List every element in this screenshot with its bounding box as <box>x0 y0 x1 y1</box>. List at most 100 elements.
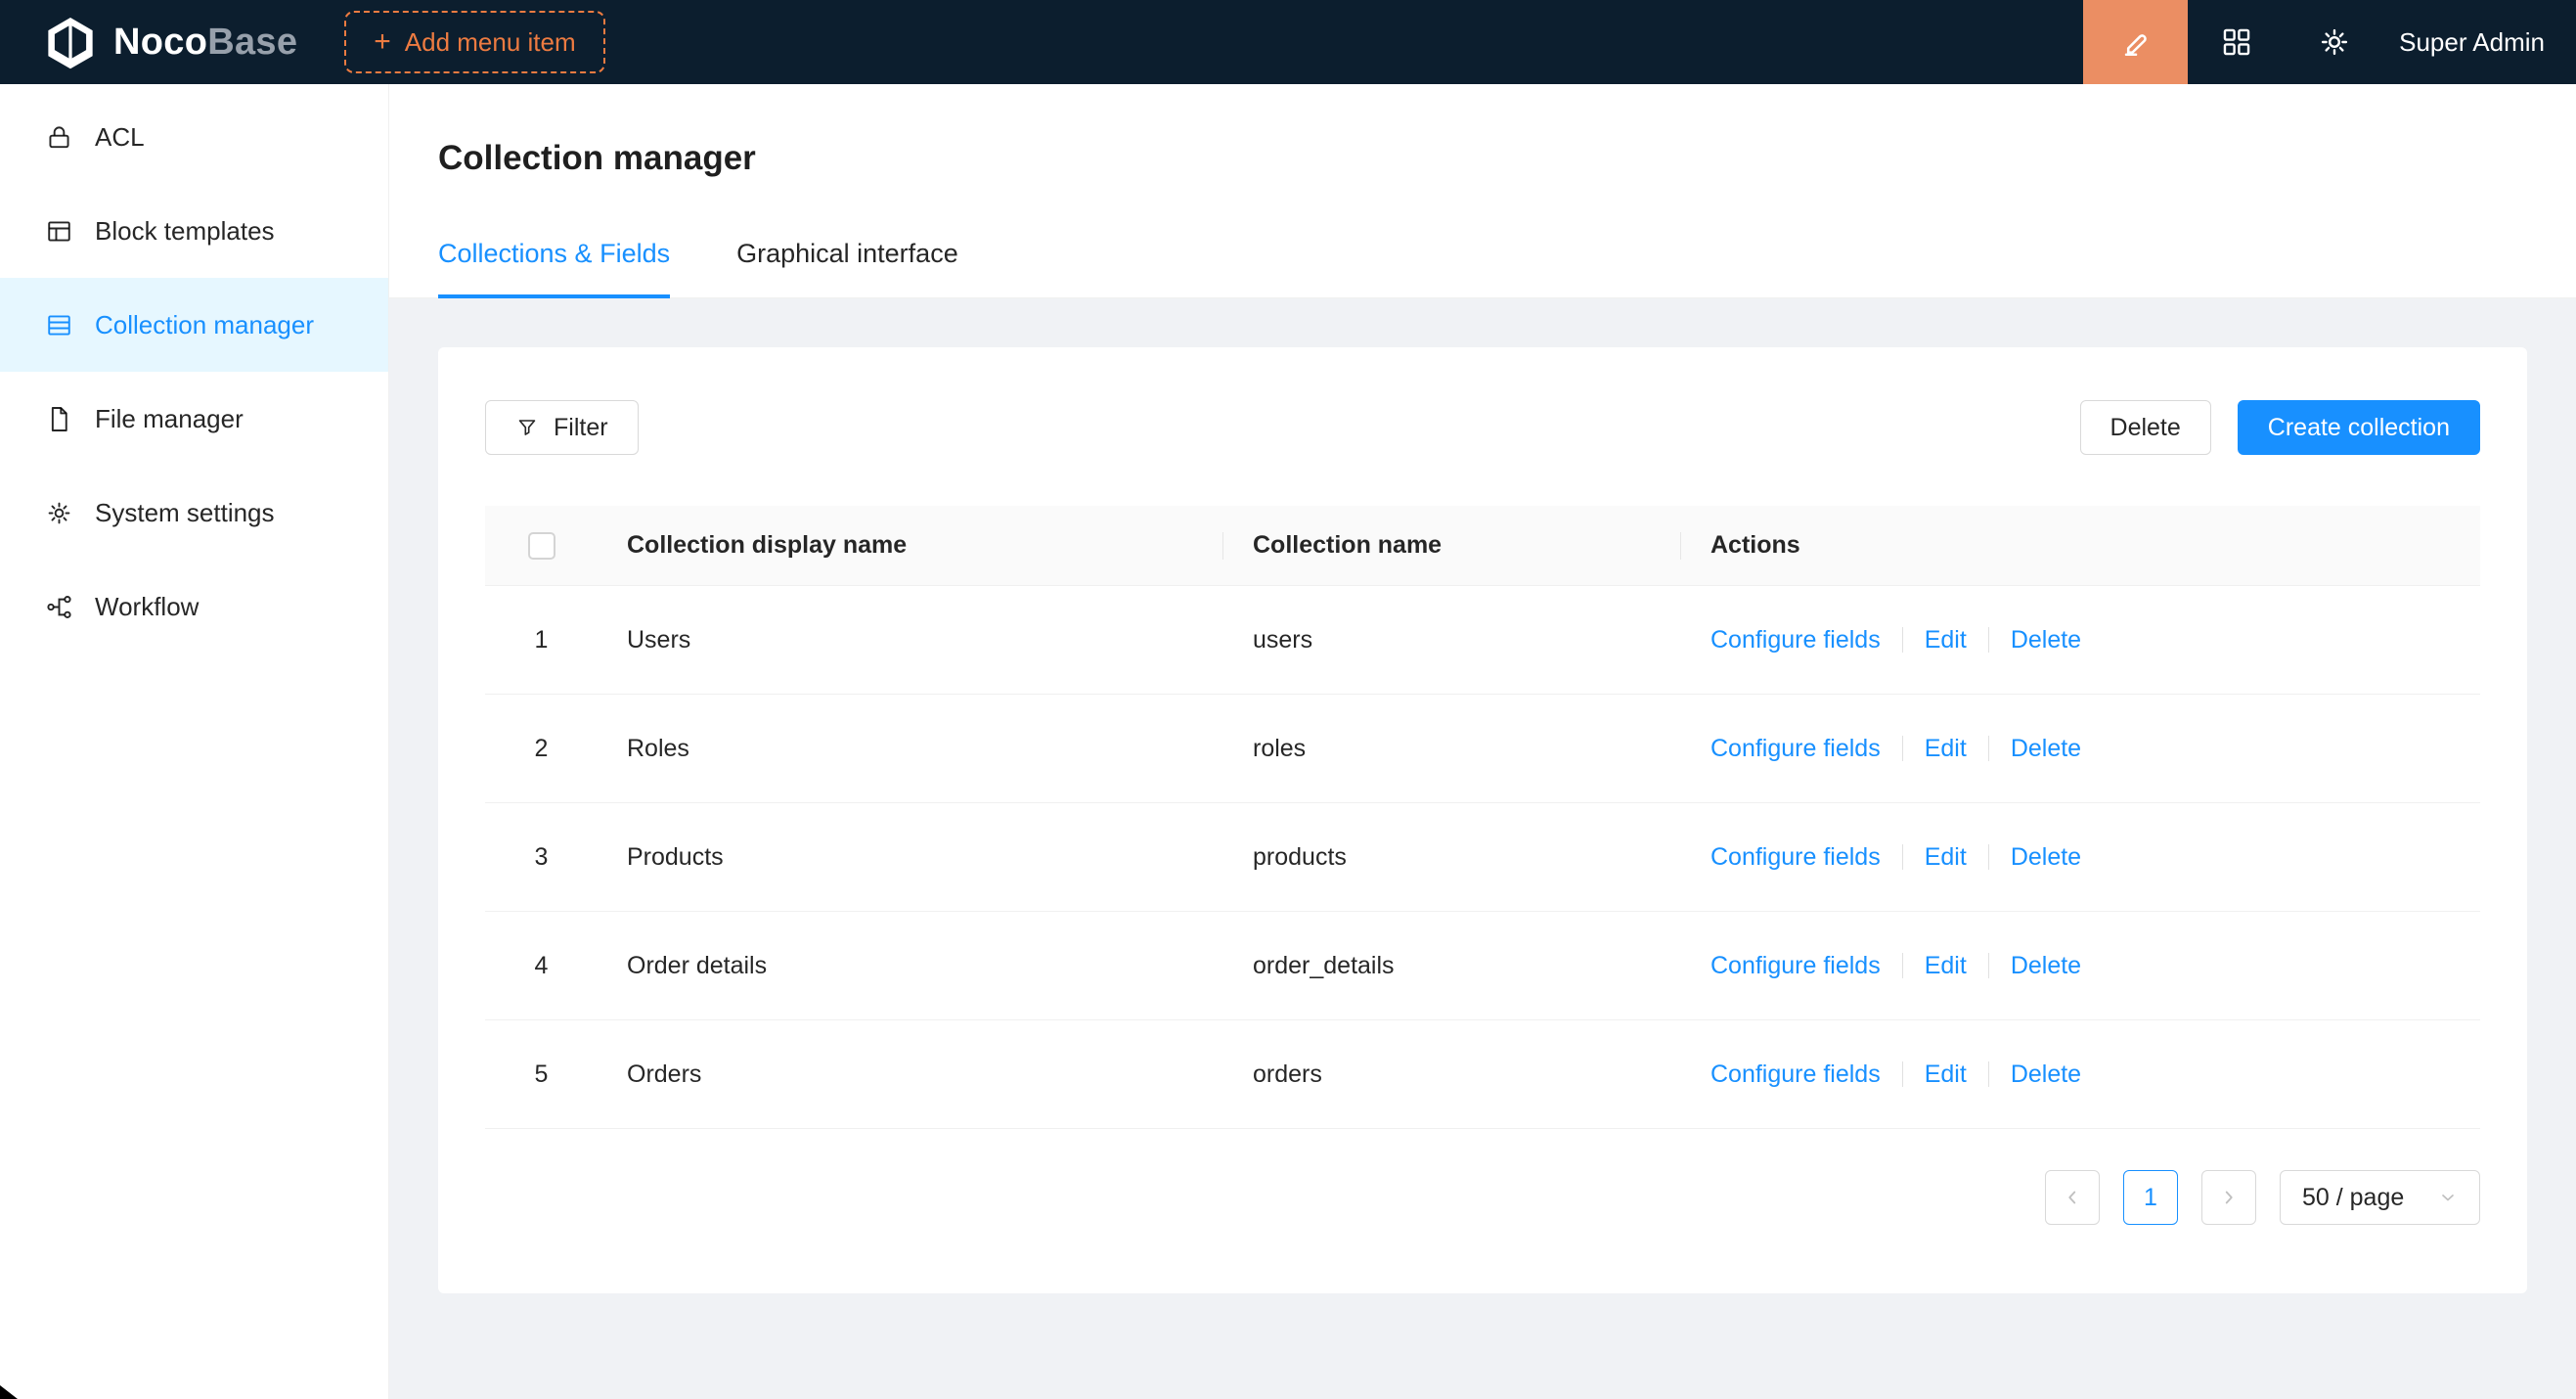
next-page-button[interactable] <box>2201 1170 2256 1225</box>
tab-bar: Collections & Fields Graphical interface <box>389 239 2576 298</box>
page-title: Collection manager <box>438 139 2527 178</box>
sidebar-item-label: System settings <box>95 498 275 528</box>
collections-card: Filter Delete Create collection Collecti… <box>438 347 2527 1293</box>
edit-link[interactable]: Edit <box>1925 735 1967 763</box>
table-row: 4 Order details order_details Configure … <box>485 912 2480 1020</box>
collection-name: users <box>1223 626 1681 654</box>
action-divider <box>1902 736 1903 761</box>
configure-fields-link[interactable]: Configure fields <box>1710 735 1881 763</box>
collection-display-name: Users <box>598 626 1223 654</box>
page-number-button[interactable]: 1 <box>2123 1170 2178 1225</box>
select-all-cell <box>485 506 598 585</box>
edit-link[interactable]: Edit <box>1925 843 1967 872</box>
layout: ACL Block templates Collection manager F… <box>0 84 2576 1399</box>
row-index: 5 <box>485 1061 598 1089</box>
sidebar-item-block-templates[interactable]: Block templates <box>0 184 388 278</box>
action-divider <box>1988 1061 1989 1087</box>
page-size-value: 50 / page <box>2302 1184 2404 1212</box>
collection-name: products <box>1223 843 1681 872</box>
sidebar-item-label: File manager <box>95 404 244 434</box>
prev-page-button[interactable] <box>2045 1170 2100 1225</box>
plugins-button[interactable] <box>2188 0 2286 84</box>
row-actions: Configure fields Edit Delete <box>1681 626 2480 654</box>
ui-editor-button[interactable] <box>2083 0 2188 84</box>
brand-light: Base <box>207 22 297 63</box>
highlighter-icon <box>2119 25 2153 59</box>
table-row: 2 Roles roles Configure fields Edit Dele… <box>485 695 2480 803</box>
create-collection-button[interactable]: Create collection <box>2238 400 2480 455</box>
table-header-row: Collection display name Collection name … <box>485 506 2480 586</box>
apps-grid-icon <box>2220 25 2253 59</box>
delete-link[interactable]: Delete <box>2011 735 2081 763</box>
add-menu-item-label: Add menu item <box>405 27 576 58</box>
row-actions: Configure fields Edit Delete <box>1681 952 2480 980</box>
sidebar-item-collection-manager[interactable]: Collection manager <box>0 278 388 372</box>
delete-link[interactable]: Delete <box>2011 843 2081 872</box>
brand-bold: Noco <box>113 22 207 63</box>
row-index: 2 <box>485 735 598 763</box>
sidebar-item-label: Collection manager <box>95 310 314 340</box>
configure-fields-link[interactable]: Configure fields <box>1710 843 1881 872</box>
header-actions: Super Admin <box>2083 0 2576 84</box>
table-row: 1 Users users Configure fields Edit Dele… <box>485 586 2480 695</box>
filter-button[interactable]: Filter <box>485 400 639 455</box>
settings-sidebar: ACL Block templates Collection manager F… <box>0 84 389 1399</box>
add-menu-item-button[interactable]: Add menu item <box>344 11 604 73</box>
column-header-actions: Actions <box>1681 506 2480 585</box>
tab-collections-fields[interactable]: Collections & Fields <box>438 239 670 298</box>
sidebar-item-label: Workflow <box>95 592 199 622</box>
row-index: 4 <box>485 952 598 980</box>
brand-name: NocoBase <box>113 22 297 64</box>
pagination: 1 50 / page <box>485 1170 2480 1225</box>
edit-link[interactable]: Edit <box>1925 952 1967 980</box>
column-header-display-name: Collection display name <box>598 506 1223 585</box>
edit-link[interactable]: Edit <box>1925 626 1967 654</box>
brand[interactable]: NocoBase <box>43 15 297 69</box>
settings-button[interactable] <box>2286 0 2383 84</box>
sidebar-item-acl[interactable]: ACL <box>0 90 388 184</box>
lock-icon <box>45 123 73 152</box>
collection-name: orders <box>1223 1061 1681 1089</box>
configure-fields-link[interactable]: Configure fields <box>1710 626 1881 654</box>
action-divider <box>1902 1061 1903 1087</box>
collection-display-name: Orders <box>598 1061 1223 1089</box>
filter-button-label: Filter <box>554 414 608 442</box>
table-row: 3 Products products Configure fields Edi… <box>485 803 2480 912</box>
chevron-down-icon <box>2438 1188 2458 1207</box>
edit-link[interactable]: Edit <box>1925 1061 1967 1089</box>
gear-icon <box>45 499 73 527</box>
action-divider <box>1988 627 1989 653</box>
configure-fields-link[interactable]: Configure fields <box>1710 1061 1881 1089</box>
page-size-select[interactable]: 50 / page <box>2280 1170 2480 1225</box>
collection-display-name: Roles <box>598 735 1223 763</box>
delete-button[interactable]: Delete <box>2080 400 2211 455</box>
action-divider <box>1902 844 1903 870</box>
sidebar-item-file-manager[interactable]: File manager <box>0 372 388 466</box>
screen-corner-artifact <box>0 1385 18 1399</box>
sidebar-item-workflow[interactable]: Workflow <box>0 560 388 654</box>
row-actions: Configure fields Edit Delete <box>1681 735 2480 763</box>
delete-link[interactable]: Delete <box>2011 1061 2081 1089</box>
nocobase-logo-icon <box>43 15 98 69</box>
row-actions: Configure fields Edit Delete <box>1681 843 2480 872</box>
page-header: Collection manager Collections & Fields … <box>389 84 2576 298</box>
template-icon <box>45 217 73 246</box>
gear-icon <box>2318 25 2351 59</box>
file-icon <box>45 405 73 433</box>
configure-fields-link[interactable]: Configure fields <box>1710 952 1881 980</box>
user-menu[interactable]: Super Admin <box>2383 27 2576 58</box>
top-header: NocoBase Add menu item Super Admin <box>0 0 2576 84</box>
collection-name: order_details <box>1223 952 1681 980</box>
table-row: 5 Orders orders Configure fields Edit De… <box>485 1020 2480 1129</box>
tab-graphical-interface[interactable]: Graphical interface <box>736 239 958 297</box>
collection-display-name: Order details <box>598 952 1223 980</box>
sidebar-item-system-settings[interactable]: System settings <box>0 466 388 560</box>
action-divider <box>1988 953 1989 978</box>
toolbar-right: Delete Create collection <box>2080 400 2480 455</box>
collections-table: Collection display name Collection name … <box>485 506 2480 1129</box>
select-all-checkbox[interactable] <box>528 532 555 560</box>
delete-link[interactable]: Delete <box>2011 952 2081 980</box>
main-area: Collection manager Collections & Fields … <box>389 84 2576 1399</box>
delete-link[interactable]: Delete <box>2011 626 2081 654</box>
column-header-collection-name: Collection name <box>1223 506 1681 585</box>
